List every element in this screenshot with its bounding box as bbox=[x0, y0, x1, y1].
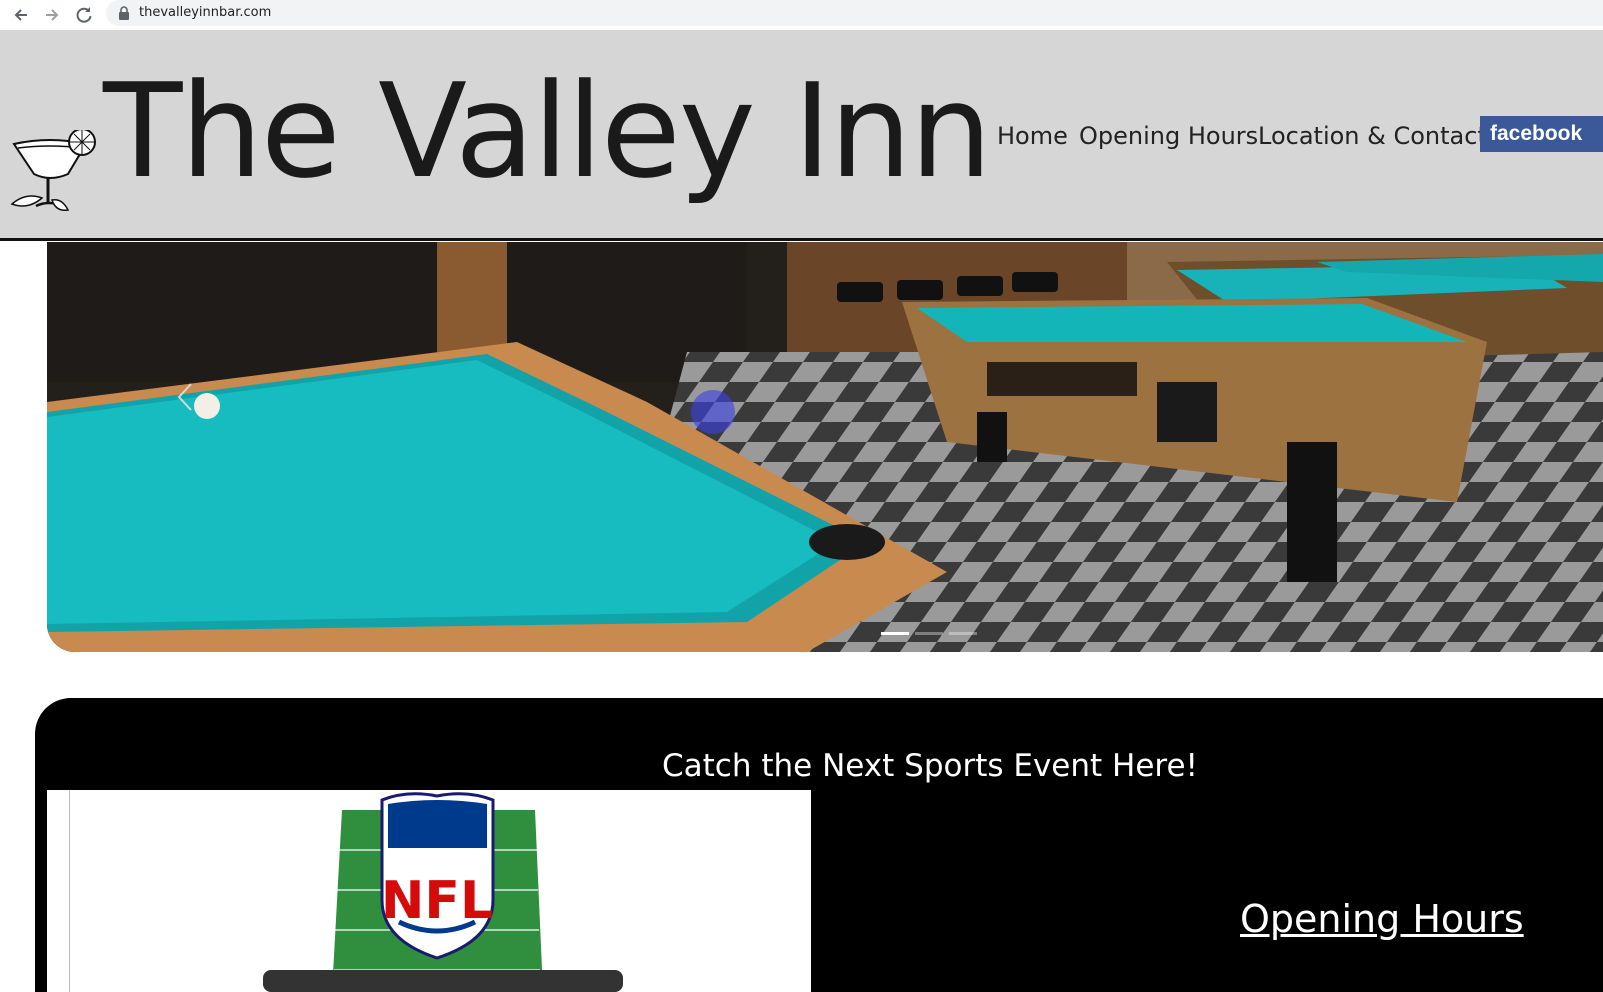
reload-button[interactable] bbox=[73, 4, 95, 26]
sports-section: Catch the Next Sports Event Here! NFL Op… bbox=[35, 698, 1603, 992]
browser-toolbar: thevalleyinnbar.com bbox=[0, 0, 1603, 30]
nfl-logo-image: NFL bbox=[263, 792, 623, 992]
reload-icon bbox=[76, 7, 92, 23]
facebook-button[interactable]: facebook bbox=[1480, 116, 1603, 152]
sports-heading: Catch the Next Sports Event Here! bbox=[662, 748, 1198, 784]
site-title[interactable]: The Valley Inn bbox=[103, 66, 992, 196]
pool-hall-photo bbox=[47, 242, 1603, 652]
site-header: The Valley Inn Home Opening Hours Locati… bbox=[0, 30, 1603, 241]
nav-location-contact[interactable]: Location & Contact bbox=[1258, 122, 1487, 150]
nav-opening-hours[interactable]: Opening Hours bbox=[1079, 122, 1258, 150]
arrow-left-icon bbox=[14, 9, 27, 21]
margarita-glass-icon bbox=[10, 130, 96, 212]
carousel-dot[interactable] bbox=[949, 632, 977, 635]
arrow-right-icon bbox=[46, 9, 59, 21]
carousel-dot[interactable] bbox=[915, 632, 943, 635]
opening-hours-link[interactable]: Opening Hours bbox=[1240, 897, 1524, 941]
nfl-image-panel: NFL bbox=[47, 790, 811, 992]
back-button[interactable] bbox=[10, 4, 32, 26]
carousel-indicators bbox=[881, 622, 983, 640]
lock-icon bbox=[119, 6, 129, 20]
url-text[interactable]: thevalleyinnbar.com bbox=[139, 5, 271, 20]
hero-carousel[interactable] bbox=[47, 242, 1603, 652]
chevron-left-icon[interactable] bbox=[177, 382, 193, 412]
address-bar[interactable] bbox=[106, 0, 1603, 26]
nav-home[interactable]: Home bbox=[997, 122, 1068, 150]
carousel-dot[interactable] bbox=[881, 632, 909, 635]
nfl-logo-text: NFL bbox=[381, 871, 493, 931]
forward-button[interactable] bbox=[41, 4, 63, 26]
